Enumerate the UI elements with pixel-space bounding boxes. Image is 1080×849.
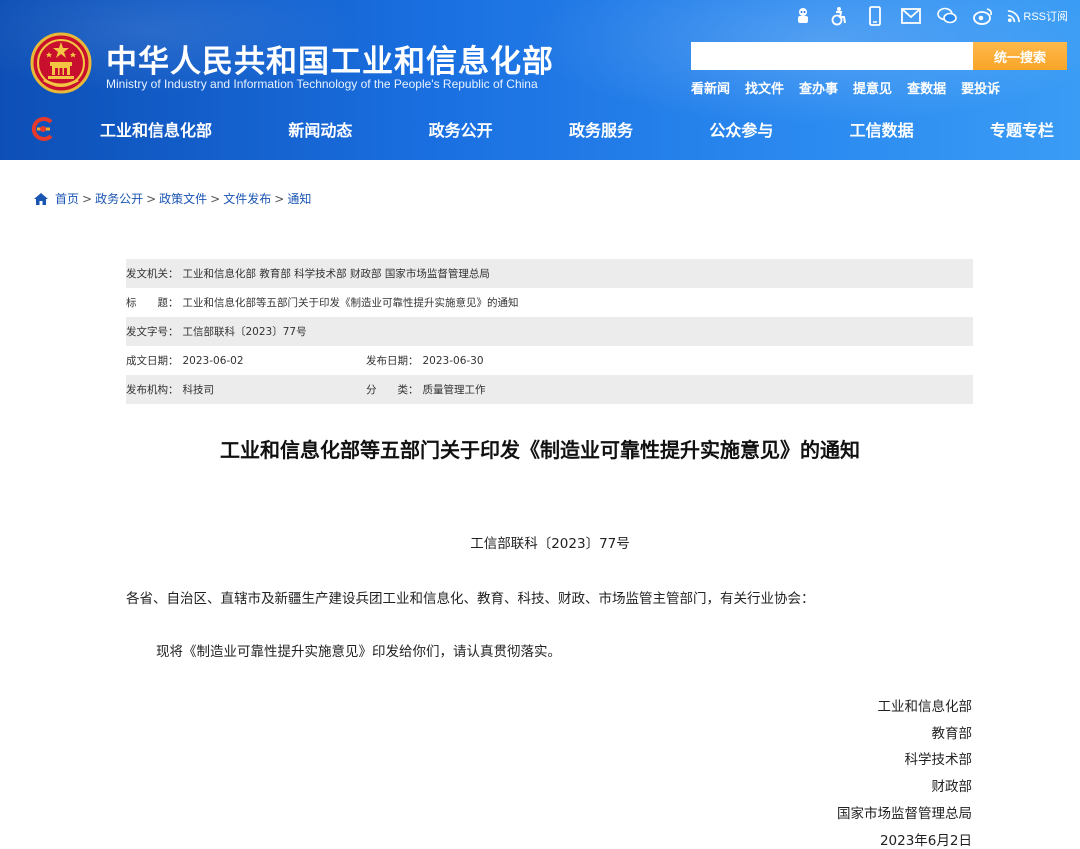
quick-link-feedback[interactable]: 提意见 [853,78,892,97]
quick-link-news[interactable]: 看新闻 [691,78,730,97]
nav-item-topics[interactable]: 专题专栏 [982,111,1062,151]
signer-miit: 工业和信息化部 [877,699,973,715]
accessibility-icon[interactable] [827,5,851,27]
nav-item-participation[interactable]: 公众参与 [701,111,781,151]
quick-link-complaint[interactable]: 要投诉 [961,78,1000,97]
national-emblem-icon[interactable] [30,32,92,94]
article-title: 工业和信息化部等五部门关于印发《制造业可靠性提升实施意见》的通知 [220,438,860,462]
nav-item-news[interactable]: 新闻动态 [280,111,360,151]
breadcrumb-home[interactable]: 首页 [55,190,79,207]
article-signers: 工业和信息化部 教育部 科学技术部 财政部 国家市场监督管理总局 2023年6月… [837,694,972,849]
meta-issuer-label: 发文机关： [126,268,179,280]
meta-issuer-value: 工业和信息化部 教育部 科学技术部 财政部 国家市场监督管理总局 [182,268,490,280]
meta-title-value: 工业和信息化部等五部门关于印发《制造业可靠性提升实施意见》的通知 [182,297,519,309]
signer-moe: 教育部 [931,725,973,742]
mobile-icon[interactable] [863,5,887,27]
breadcrumb-separator: > [82,191,93,206]
meta-written-cell: 成文日期： 2023-06-02 [126,353,244,368]
nav-item-ministry[interactable]: 工业和信息化部 [92,111,220,151]
search-button[interactable]: 统一搜索 [973,42,1067,70]
miit-logo-icon[interactable] [30,116,56,142]
site-title[interactable]: 中华人民共和国工业和信息化部 [106,36,554,81]
meta-published-value: 2023-06-30 [422,354,484,367]
signer-mof: 财政部 [931,779,973,796]
nav-item-gov-services[interactable]: 政务服务 [561,111,641,151]
mail-icon[interactable] [899,5,923,27]
document-meta-table: 发文机关： 工业和信息化部 教育部 科学技术部 财政部 国家市场监督管理总局 标… [126,259,973,404]
quick-link-data[interactable]: 查数据 [907,78,946,97]
meta-row-title: 标 题： 工业和信息化部等五部门关于印发《制造业可靠性提升实施意见》的通知 [126,288,973,317]
rss-link[interactable]: RSS订阅 [1007,8,1068,24]
main-nav: 工业和信息化部 新闻动态 政务公开 政务服务 公众参与 工信数据 专题专栏 [92,111,1062,151]
quick-link-services[interactable]: 查办事 [799,78,838,97]
meta-category-value: 质量管理工作 [422,384,486,396]
meta-category-cell: 分 类： 质量管理工作 [366,382,486,397]
meta-published-label: 发布日期： [366,355,419,367]
rss-label: RSS订阅 [1023,11,1068,23]
breadcrumb-file-release[interactable]: 文件发布 [223,190,271,207]
breadcrumb: 首页 > 政务公开 > 政策文件 > 文件发布 > 通知 [33,190,311,207]
rss-icon [1008,9,1021,22]
wechat-icon[interactable] [935,5,959,27]
meta-title-label: 标 题： [126,297,179,309]
robot-icon[interactable] [791,5,815,27]
meta-row-dates: 成文日期： 2023-06-02 发布日期： 2023-06-30 [126,346,973,375]
article-body-paragraph: 现将《制造业可靠性提升实施意见》印发给你们，请认真贯彻落实。 [156,644,561,660]
signing-date: 2023年6月2日 [879,832,972,849]
article-recipients: 各省、自治区、直辖市及新疆生产建设兵团工业和信息化、教育、科技、财政、市场监管主… [126,591,815,607]
meta-docno-value: 工信部联科〔2023〕77号 [182,326,307,338]
article-doc-number: 工信部联科〔2023〕77号 [470,536,630,552]
weibo-icon[interactable] [971,5,995,27]
breadcrumb-separator: > [210,191,221,206]
signer-samr: 国家市场监督管理总局 [837,805,972,822]
signer-most: 科学技术部 [904,752,973,769]
quick-links: 看新闻 找文件 查办事 提意见 查数据 要投诉 [691,78,1000,97]
meta-row-org: 发布机构： 科技司 分 类： 质量管理工作 [126,375,973,404]
meta-org-cell: 发布机构： 科技司 [126,382,214,397]
breadcrumb-separator: > [146,191,157,206]
home-icon [34,192,48,205]
breadcrumb-notice[interactable]: 通知 [287,190,311,207]
site-header: 中华人民共和国工业和信息化部 Ministry of Industry and … [0,0,1080,160]
meta-org-label: 发布机构： [126,384,179,396]
meta-docno-label: 发文字号： [126,326,179,338]
toolbar-icons: RSS订阅 [791,4,1068,28]
search-input[interactable] [691,42,973,70]
meta-written-label: 成文日期： [126,355,179,367]
breadcrumb-gov-affairs[interactable]: 政务公开 [95,190,143,207]
nav-item-data[interactable]: 工信数据 [842,111,922,151]
site-title-english: Ministry of Industry and Information Tec… [106,77,538,91]
meta-row-issuer: 发文机关： 工业和信息化部 教育部 科学技术部 财政部 国家市场监督管理总局 [126,259,973,288]
nav-item-gov-affairs[interactable]: 政务公开 [421,111,501,151]
meta-row-docno: 发文字号： 工信部联科〔2023〕77号 [126,317,973,346]
breadcrumb-separator: > [274,191,285,206]
quick-link-files[interactable]: 找文件 [745,78,784,97]
meta-written-value: 2023-06-02 [182,354,244,367]
meta-published-cell: 发布日期： 2023-06-30 [366,353,484,368]
breadcrumb-policy-files[interactable]: 政策文件 [159,190,207,207]
meta-category-label: 分 类： [366,384,419,396]
meta-org-value: 科技司 [182,384,215,396]
